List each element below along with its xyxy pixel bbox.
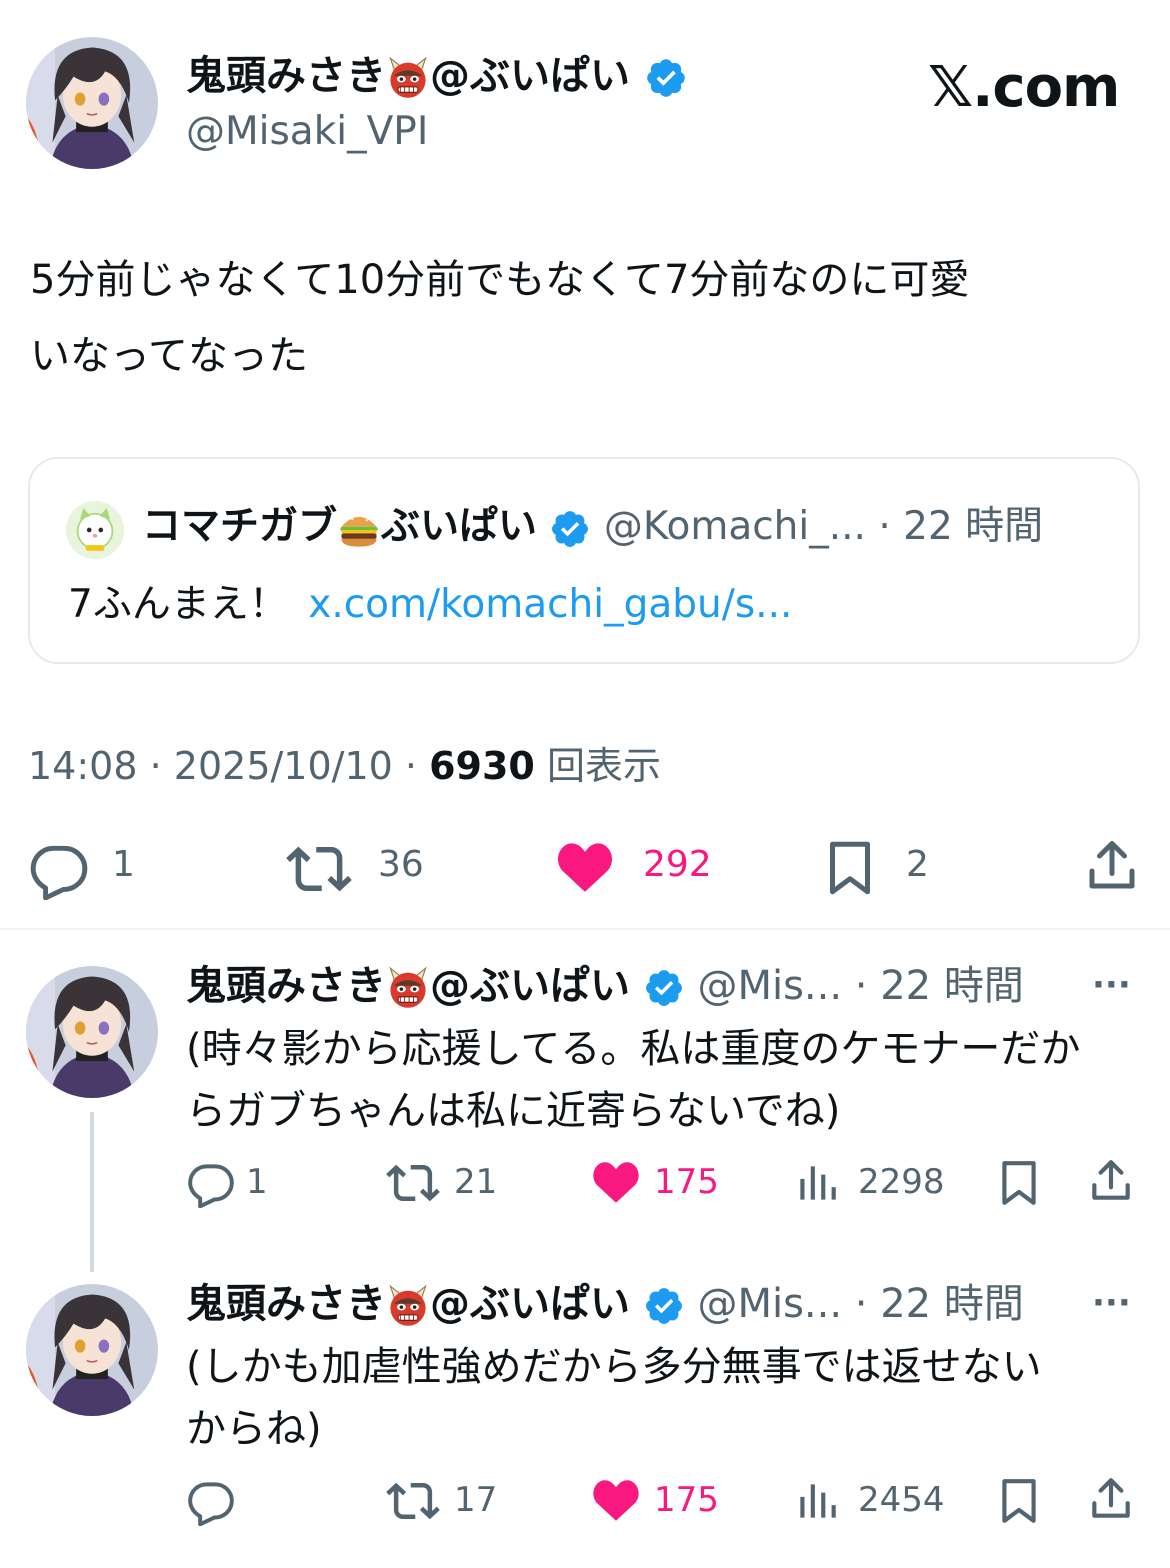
meta-dot-2: · [404, 744, 418, 788]
quote-author-handle: @Komachi_... [603, 504, 866, 549]
bookmark-icon[interactable] [994, 1158, 1044, 1208]
share-icon[interactable] [1086, 1474, 1136, 1524]
reply-time[interactable]: 22 時間 [880, 963, 1024, 1009]
reply-action-bar: 17 175 2454 [0, 1472, 1170, 1528]
reply-author-avatar[interactable] [26, 966, 158, 1098]
reply-header: 鬼頭みさき @ぶいぱい @Mis... · 22 時間 [186, 958, 1024, 1014]
reply-author-handle[interactable]: @Mis... [697, 963, 842, 1009]
more-options-icon[interactable]: ··· [1092, 1278, 1131, 1328]
bookmark-icon[interactable] [820, 838, 880, 898]
like-heart-icon[interactable] [590, 1156, 642, 1208]
reply-icon[interactable] [186, 1158, 236, 1208]
oni-emoji-icon [386, 56, 430, 100]
view-count: 6930 [429, 744, 535, 788]
view-count-label: 回表示 [546, 744, 661, 788]
reply-text: (しかも加虐性強めだから多分無事では返せない からね) [186, 1336, 1146, 1460]
verified-badge-icon [643, 1285, 685, 1327]
verified-badge-icon [643, 967, 685, 1009]
main-action-bar: 1 36 292 2 [0, 830, 1170, 902]
quote-header: コマチガブ ぶいぱい @Komachi_... · 22 時間 [142, 499, 1043, 555]
reply-author-handle[interactable]: @Mis... [697, 1281, 842, 1327]
quote-author-avatar [66, 501, 124, 559]
main-tweet-text-line1: 5分前じゃなくて10分前でもなくて7分前なのに可愛 [30, 257, 970, 303]
reply-text-line1: (しかも加虐性強めだから多分無事では返せない [186, 1344, 1042, 1390]
main-author-name-row[interactable]: 鬼頭みさき @ぶいぱい [186, 48, 688, 104]
verified-badge-icon [644, 56, 688, 100]
reply-action-bar: 1 21 175 2298 [0, 1154, 1170, 1210]
quote-verified-badge-icon [549, 508, 591, 550]
quote-author-name-suffix: ぶいぱい [381, 504, 538, 549]
reply-author-name[interactable]: 鬼頭みさき [186, 1281, 386, 1327]
retweet-icon[interactable] [386, 1474, 440, 1528]
reply-separator: · [854, 1281, 868, 1327]
main-author-name: 鬼頭みさき [186, 53, 386, 99]
main-author-name-suffix: @ぶいぱい [430, 53, 630, 99]
reply-text-line2: からね) [186, 1406, 322, 1452]
x-logo: 𝕏.com [928, 55, 1120, 120]
quote-author-name: コマチガブ [142, 504, 338, 549]
reply-author-name-suffix[interactable]: @ぶいぱい [430, 963, 630, 1009]
reply-text-line2: らガブちゃんは私に近寄らないでね) [186, 1088, 841, 1134]
reply-count: 1 [112, 844, 135, 885]
views-chart-icon[interactable] [792, 1476, 842, 1526]
quote-text-row: 7ふんまえ！ x.com/komachi_gabu/s... [68, 577, 792, 633]
divider [0, 928, 1170, 930]
quote-link[interactable]: x.com/komachi_gabu/s... [308, 582, 792, 627]
burger-emoji-icon [337, 507, 381, 551]
retweet-icon[interactable] [386, 1156, 440, 1210]
quote-text: 7ふんまえ！ [68, 582, 288, 627]
retweet-icon[interactable] [286, 836, 352, 902]
reply-icon[interactable] [186, 1476, 236, 1526]
retweet-count: 36 [378, 844, 424, 885]
reply-separator: · [854, 963, 868, 1009]
tweet-time[interactable]: 14:08 [28, 744, 138, 788]
reply-count: 1 [246, 1162, 268, 1202]
views-count: 2298 [858, 1162, 945, 1202]
like-heart-icon[interactable] [554, 836, 616, 898]
tweet-date[interactable]: 2025/10/10 [174, 744, 393, 788]
reply-icon[interactable] [28, 838, 90, 900]
retweet-count: 21 [454, 1162, 498, 1202]
oni-emoji-icon [386, 1284, 430, 1328]
more-options-icon[interactable]: ··· [1092, 960, 1131, 1010]
oni-emoji-icon [386, 966, 430, 1010]
reply-text-line1: (時々影から応援してる。私は重度のケモナーだか [186, 1026, 1081, 1072]
quote-tweet-card[interactable]: コマチガブ ぶいぱい @Komachi_... · 22 時間 7ふんまえ！ x.… [28, 457, 1140, 664]
bookmark-count: 2 [906, 844, 929, 885]
reply-author-name-suffix[interactable]: @ぶいぱい [430, 1281, 630, 1327]
tweet-meta: 14:08 · 2025/10/10 · 6930 回表示 [28, 738, 661, 794]
views-count: 2454 [858, 1480, 945, 1520]
like-count: 175 [654, 1162, 719, 1202]
share-icon[interactable] [1086, 1156, 1136, 1206]
reply-time[interactable]: 22 時間 [880, 1281, 1024, 1327]
meta-dot-1: · [149, 744, 162, 788]
main-author-handle[interactable]: @Misaki_VPI [186, 106, 428, 158]
main-tweet-text: 5分前じゃなくて10分前でもなくて7分前なのに可愛 いなってなった [30, 248, 1150, 388]
main-author-avatar[interactable] [26, 37, 158, 169]
reply-author-avatar[interactable] [26, 1284, 158, 1416]
retweet-count: 17 [454, 1480, 498, 1520]
quote-separator: · [878, 504, 891, 549]
reply-text: (時々影から応援してる。私は重度のケモナーだか らガブちゃんは私に近寄らないでね… [186, 1018, 1146, 1142]
bookmark-icon[interactable] [994, 1476, 1044, 1526]
like-count: 292 [643, 844, 712, 885]
like-count: 175 [654, 1480, 719, 1520]
views-chart-icon[interactable] [792, 1158, 842, 1208]
reply-author-name[interactable]: 鬼頭みさき [186, 963, 386, 1009]
main-tweet-text-line2: いなってなった [30, 333, 308, 379]
like-heart-icon[interactable] [590, 1474, 642, 1526]
share-icon[interactable] [1082, 836, 1142, 896]
quote-time: 22 時間 [903, 504, 1044, 549]
reply-header: 鬼頭みさき @ぶいぱい @Mis... · 22 時間 [186, 1276, 1024, 1332]
